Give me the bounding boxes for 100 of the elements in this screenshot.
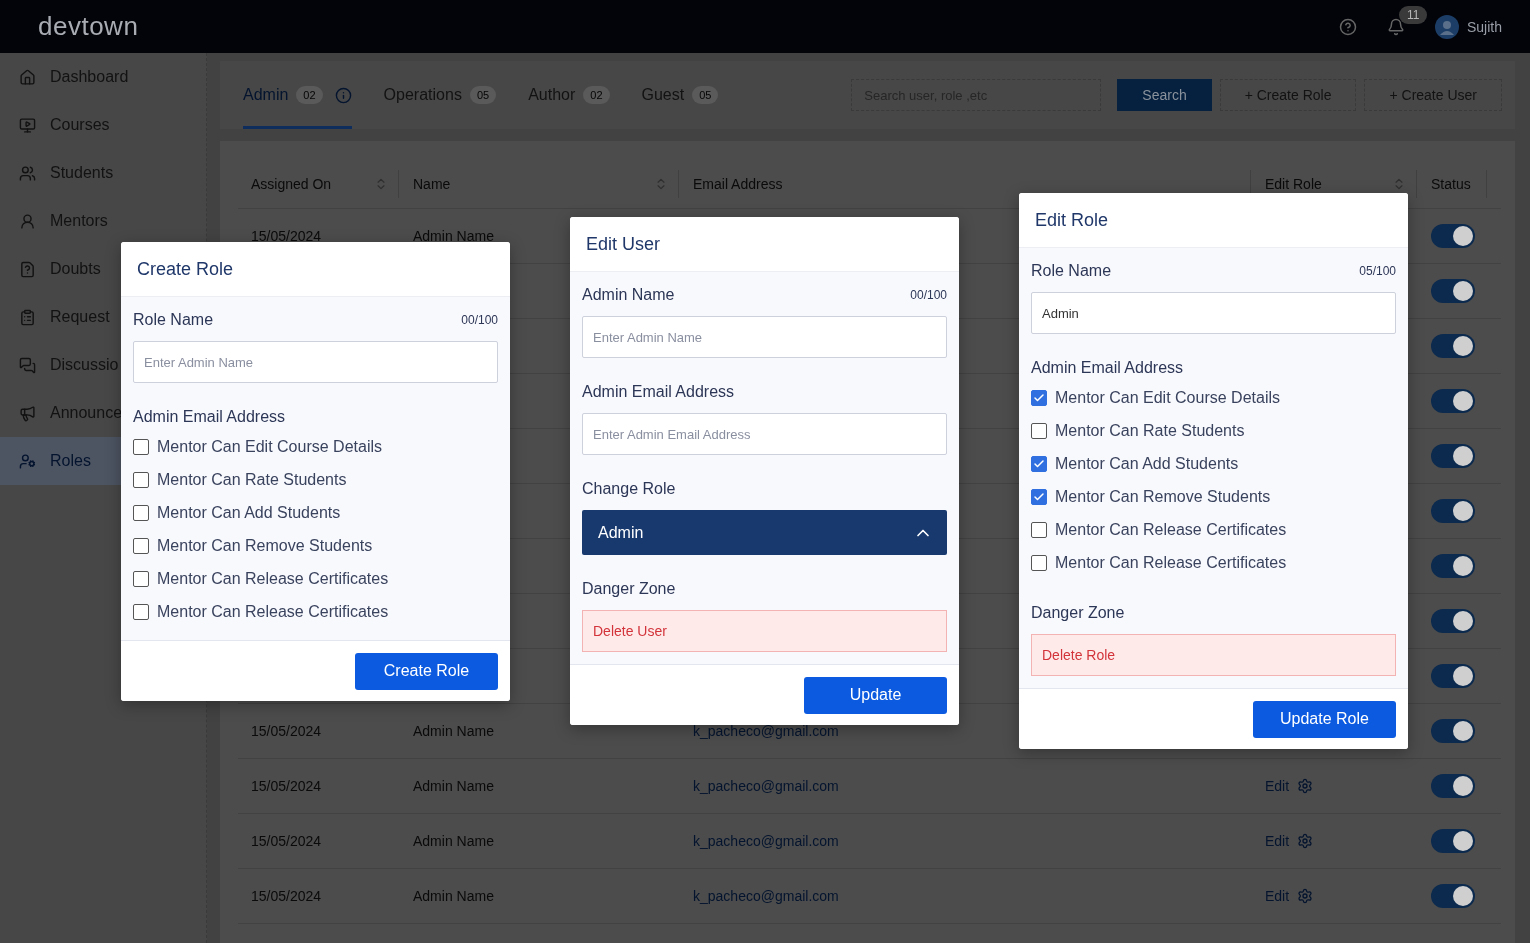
date-cell: 15/05/2024 [251, 723, 322, 739]
email-link[interactable]: k_pacheco@gmail.com [693, 723, 839, 739]
search-button[interactable]: Search [1117, 79, 1212, 111]
email-link[interactable]: k_pacheco@gmail.com [693, 888, 839, 904]
megaphone-icon [19, 404, 36, 422]
avatar[interactable] [1434, 14, 1459, 39]
status-toggle[interactable] [1431, 829, 1475, 853]
edit-link[interactable]: Edit [1265, 888, 1314, 904]
role-tab[interactable]: Admin 02 [243, 61, 352, 129]
checkbox-option[interactable]: Mentor Can Remove Students [133, 529, 498, 562]
checkbox-option[interactable]: Mentor Can Release Certificates [133, 562, 498, 595]
status-toggle[interactable] [1431, 774, 1475, 798]
checkbox[interactable] [133, 438, 149, 455]
checkbox-option[interactable]: Mentor Can Release Certificates [133, 595, 498, 628]
edit-link[interactable]: Edit [1265, 778, 1314, 794]
checkbox[interactable] [133, 471, 149, 488]
checkbox[interactable] [1031, 422, 1047, 439]
checkbox-option[interactable]: Mentor Can Edit Course Details [1031, 381, 1396, 414]
user-icon [19, 212, 36, 230]
input-field[interactable]: Enter Admin Name [582, 316, 947, 358]
name-cell: Admin Name [413, 723, 494, 739]
tab-count: 02 [583, 86, 610, 104]
checkbox-option[interactable]: Mentor Can Remove Students [1031, 480, 1396, 513]
help-icon[interactable] [1338, 17, 1357, 36]
date-cell: 15/05/2024 [251, 833, 322, 849]
email-link[interactable]: k_pacheco@gmail.com [693, 833, 839, 849]
user-name[interactable]: Sujith [1466, 18, 1502, 35]
checkbox[interactable] [133, 537, 149, 554]
tab-count: 05 [692, 86, 719, 104]
date-cell: 15/05/2024 [251, 778, 322, 794]
status-toggle[interactable] [1431, 279, 1475, 303]
status-toggle[interactable] [1431, 499, 1475, 523]
submit-button[interactable]: Create Role [355, 652, 498, 690]
column-label: Assigned On [251, 175, 332, 192]
status-toggle[interactable] [1431, 334, 1475, 358]
checkbox[interactable] [1031, 455, 1047, 472]
tab-count: 05 [469, 86, 497, 104]
email-link[interactable]: k_pacheco@gmail.com [693, 778, 839, 794]
checkbox[interactable] [133, 570, 149, 587]
submit-button[interactable]: Update [804, 676, 947, 714]
name-cell: Admin Name [413, 888, 494, 904]
checkbox[interactable] [133, 603, 149, 620]
status-toggle[interactable] [1431, 554, 1475, 578]
checkbox[interactable] [1031, 521, 1047, 538]
status-toggle[interactable] [1431, 389, 1475, 413]
edit-link[interactable]: Edit [1265, 833, 1314, 849]
checkbox[interactable] [133, 504, 149, 521]
gear-icon [1297, 888, 1314, 904]
checkbox[interactable] [1031, 389, 1047, 406]
delete-button[interactable]: Delete Role [1031, 634, 1396, 676]
checkbox-option[interactable]: Mentor Can Add Students [133, 496, 498, 529]
checkbox-option[interactable]: Mentor Can Add Students [1031, 447, 1396, 480]
date-cell: 15/05/2024 [251, 228, 322, 244]
status-toggle[interactable] [1431, 719, 1475, 743]
status-toggle[interactable] [1431, 609, 1475, 633]
check-icon [1033, 457, 1045, 470]
notification-count: 11 [1398, 5, 1428, 24]
check-icon [1033, 490, 1045, 503]
input-field[interactable]: Admin [1031, 292, 1396, 334]
field-label: Role Name [1031, 262, 1112, 280]
bell-icon[interactable] [1386, 17, 1405, 36]
character-counter: 00/100 [461, 313, 498, 327]
field-label: Admin Name [582, 286, 675, 304]
name-cell: Admin Name [413, 228, 494, 244]
column-label: Email Address [693, 175, 783, 192]
character-counter: 05/100 [1359, 264, 1396, 278]
checkbox[interactable] [1031, 488, 1047, 505]
input-field[interactable]: Enter Admin Name [133, 341, 498, 383]
name-cell: Admin Name [413, 778, 494, 794]
status-toggle[interactable] [1431, 884, 1475, 908]
gear-icon [1297, 833, 1314, 849]
status-toggle[interactable] [1431, 224, 1475, 248]
section-label: Danger Zone [582, 580, 676, 598]
dialog-title: Create Role [137, 258, 234, 280]
input-field[interactable]: Enter Admin Email Address [582, 413, 947, 455]
question-icon [19, 260, 36, 278]
video-stack-icon [19, 116, 36, 134]
status-toggle[interactable] [1431, 444, 1475, 468]
column-label: Name [413, 175, 451, 192]
delete-button[interactable]: Delete User [582, 610, 947, 652]
house-icon [19, 68, 36, 86]
submit-button[interactable]: Update Role [1253, 700, 1396, 738]
checkbox-option[interactable]: Mentor Can Release Certificates [1031, 513, 1396, 546]
dialog-title: Edit User [586, 233, 661, 255]
checkbox-option[interactable]: Mentor Can Release Certificates [1031, 546, 1396, 579]
role-dropdown[interactable]: Admin [582, 510, 947, 555]
name-cell: Admin Name [413, 833, 494, 849]
checkbox[interactable] [1031, 554, 1047, 571]
column-label: Status [1431, 175, 1471, 192]
status-toggle[interactable] [1431, 664, 1475, 688]
chat-icon [19, 356, 36, 374]
tab-label: Admin [243, 86, 289, 104]
section-label: Admin Email Address [133, 408, 286, 426]
checkbox-option[interactable]: Mentor Can Rate Students [1031, 414, 1396, 447]
logo: devtown [38, 11, 139, 42]
section-label: Admin Email Address [1031, 359, 1184, 377]
gear-icon [1297, 778, 1314, 794]
field-label: Admin Email Address [582, 383, 735, 401]
tab-count: 02 [296, 86, 323, 104]
field-label: Role Name [133, 311, 214, 329]
